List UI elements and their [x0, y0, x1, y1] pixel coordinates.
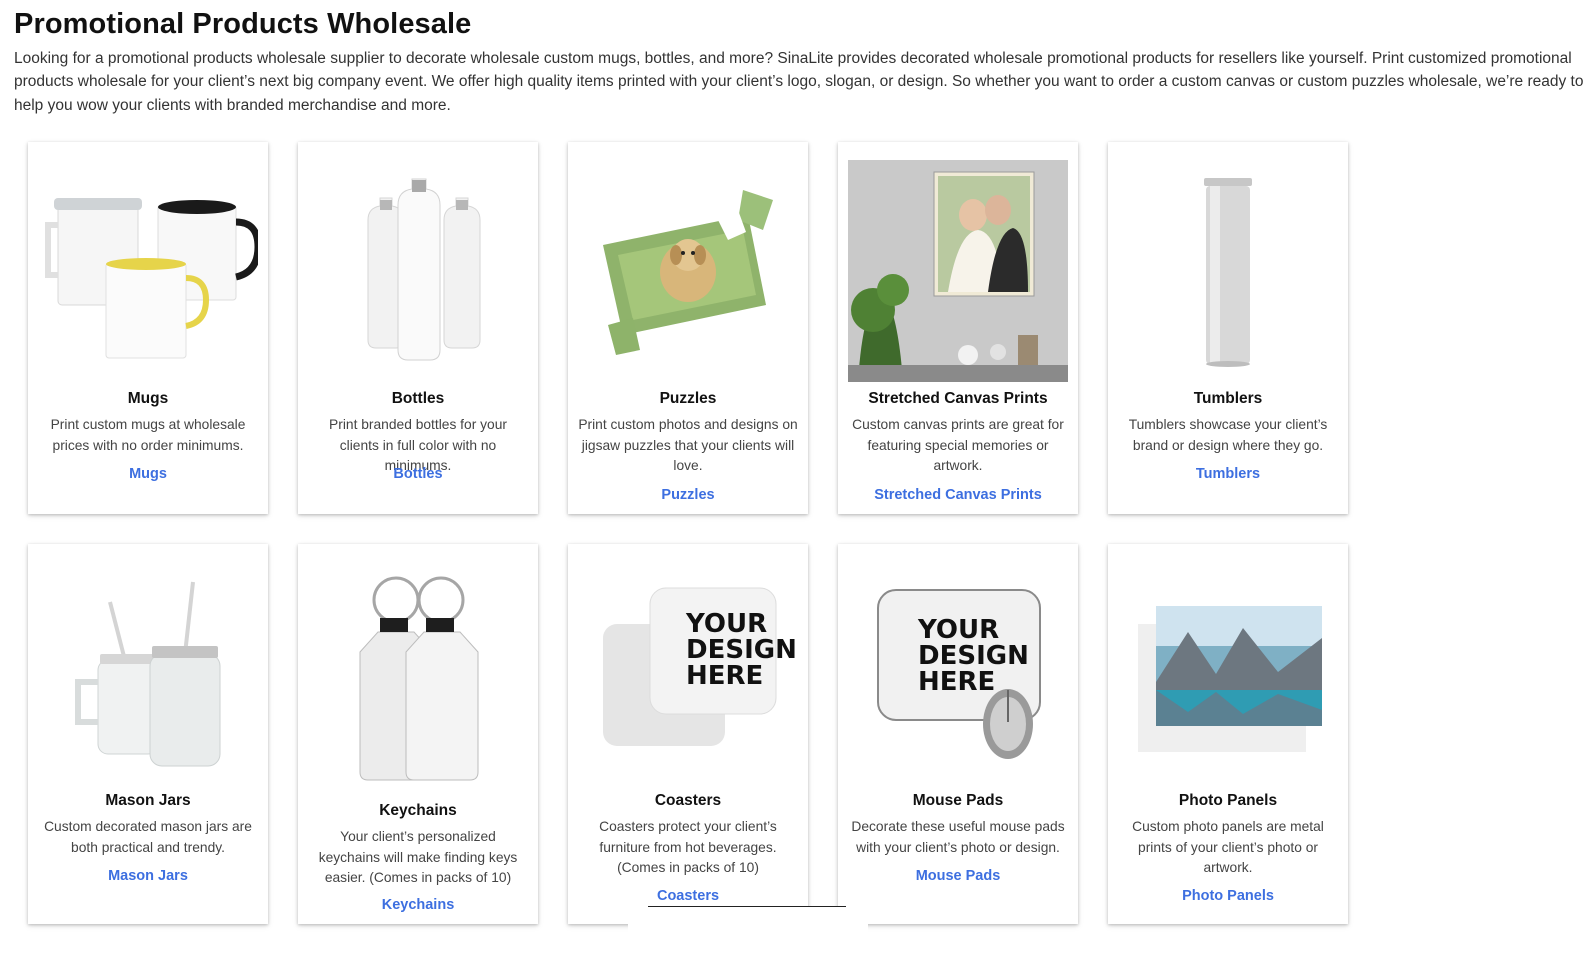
mason-jars-link[interactable]: Mason Jars [28, 868, 268, 884]
tumblers-link[interactable]: Tumblers [1108, 466, 1348, 482]
canvas-image [848, 160, 1068, 382]
product-description: Custom photo panels are metal prints of … [1132, 819, 1324, 876]
bottles-image [308, 160, 528, 382]
product-description: Decorate these useful mouse pads with yo… [851, 819, 1065, 855]
mugs-link[interactable]: Mugs [28, 466, 268, 482]
product-description: Print custom photos and designs on jigsa… [578, 417, 798, 474]
product-card-mugs[interactable]: Mugs Print custom mugs at wholesale pric… [28, 142, 268, 514]
product-description: Custom decorated mason jars are both pra… [44, 819, 252, 855]
product-title: Puzzles [659, 390, 717, 407]
product-card-photo-panels[interactable]: Photo Panels Custom photo panels are met… [1108, 544, 1348, 924]
intro-paragraph: Looking for a promotional products whole… [14, 50, 1584, 114]
product-title: Mouse Pads [912, 792, 1004, 809]
design-text-line3: HERE [686, 661, 763, 691]
photo-panel-image [1118, 562, 1338, 784]
puzzle-image [578, 160, 798, 382]
product-card-bottles[interactable]: Bottles Print branded bottles for your c… [298, 142, 538, 514]
product-card-keychains[interactable]: Keychains Your client’s personalized key… [298, 544, 538, 924]
coasters-image: YOUR DESIGN HERE [578, 562, 798, 784]
product-title: Mugs [127, 390, 169, 407]
tumbler-image [1118, 160, 1338, 382]
white-overlay [628, 907, 868, 937]
page-title: Promotional Products Wholesale [14, 8, 472, 40]
photo-panels-link[interactable]: Photo Panels [1108, 888, 1348, 904]
product-card-mouse-pads[interactable]: YOUR DESIGN HERE Mouse Pads Decorate the… [838, 544, 1078, 924]
mason-jars-image [38, 562, 258, 784]
product-description: Custom canvas prints are great for featu… [852, 417, 1064, 474]
mugs-image [38, 160, 258, 382]
product-title: Coasters [654, 792, 722, 809]
product-card-canvas[interactable]: Stretched Canvas Prints Custom canvas pr… [838, 142, 1078, 514]
bottles-link[interactable]: Bottles [298, 466, 538, 482]
design-text-line3: HERE [918, 667, 995, 697]
canvas-link[interactable]: Stretched Canvas Prints [838, 487, 1078, 503]
product-card-tumblers[interactable]: Tumblers Tumblers showcase your client’s… [1108, 142, 1348, 514]
divider-line [648, 906, 846, 907]
product-title: Keychains [379, 802, 457, 819]
mouse-pads-link[interactable]: Mouse Pads [838, 868, 1078, 884]
product-description: Print custom mugs at wholesale prices wi… [50, 417, 246, 453]
keychains-link[interactable]: Keychains [298, 897, 538, 913]
puzzles-link[interactable]: Puzzles [568, 487, 808, 503]
keychains-image [308, 562, 528, 784]
product-description: Tumblers showcase your client’s brand or… [1128, 417, 1328, 453]
product-card-mason-jars[interactable]: Mason Jars Custom decorated mason jars a… [28, 544, 268, 924]
product-description: Your client’s personalized keychains wil… [318, 829, 518, 886]
mouse-pad-image: YOUR DESIGN HERE [848, 562, 1068, 784]
product-title: Bottles [391, 390, 445, 407]
product-card-coasters[interactable]: YOUR DESIGN HERE Coasters Coasters prote… [568, 544, 808, 924]
coasters-link[interactable]: Coasters [568, 888, 808, 904]
product-card-puzzles[interactable]: Puzzles Print custom photos and designs … [568, 142, 808, 514]
product-description: Coasters protect your client’s furniture… [599, 819, 777, 876]
product-title: Photo Panels [1178, 792, 1278, 809]
product-title: Tumblers [1193, 390, 1263, 407]
product-title: Stretched Canvas Prints [868, 390, 1048, 407]
product-title: Mason Jars [105, 792, 191, 809]
